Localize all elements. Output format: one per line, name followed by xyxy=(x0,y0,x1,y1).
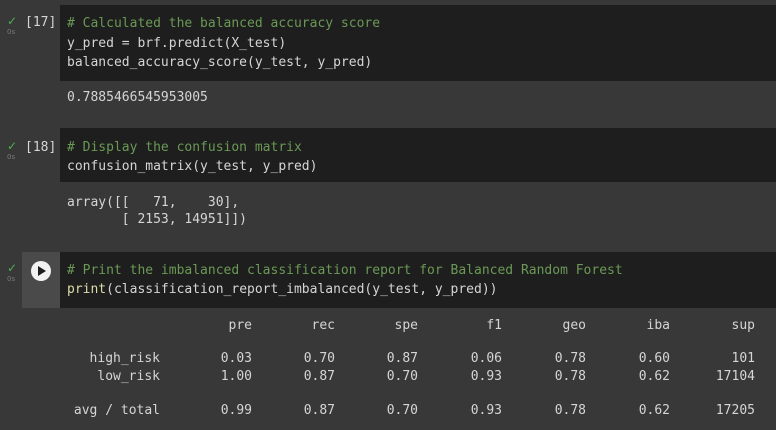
report-header: f1 xyxy=(486,318,502,333)
report-value: 0.60 xyxy=(638,351,670,366)
cell-duration: 0s xyxy=(7,275,16,283)
report-header: iba xyxy=(646,318,670,333)
report-output: pre rec spe f1 geo iba sup high_risk 0.0… xyxy=(22,308,776,430)
report-value: 0.70 xyxy=(386,369,418,384)
report-value: 0.06 xyxy=(470,351,502,366)
checkmark-icon: ✓ xyxy=(7,139,18,153)
play-icon[interactable] xyxy=(31,261,51,281)
code-editor[interactable]: # Display the confusion matrix confusion… xyxy=(60,128,776,182)
cell-output: 0.7885466545953005 xyxy=(67,90,208,105)
execution-count: [17] xyxy=(25,15,57,30)
execution-count: [18] xyxy=(25,140,57,155)
report-row-label: high_risk xyxy=(89,351,160,366)
cell-duration: 0s xyxy=(7,153,16,161)
report-value: 0.87 xyxy=(386,351,418,366)
cell-output-line: [ 2153, 14951]]) xyxy=(67,212,248,227)
code-comment: # Calculated the balanced accuracy score xyxy=(67,16,381,31)
report-total-value: 0.93 xyxy=(470,403,502,418)
report-value: 0.03 xyxy=(220,351,252,366)
report-value: 0.78 xyxy=(554,351,586,366)
report-value: 0.93 xyxy=(470,369,502,384)
checkmark-icon: ✓ xyxy=(7,261,18,275)
code-line: print(classification_report_imbalanced(y… xyxy=(67,280,497,299)
report-value: 0.87 xyxy=(303,369,335,384)
report-total-value: 17205 xyxy=(715,403,755,418)
report-header: rec xyxy=(311,318,335,333)
code-line: y_pred = brf.predict(X_test) xyxy=(67,36,287,51)
report-value: 101 xyxy=(731,351,755,366)
report-total-value: 0.99 xyxy=(220,403,252,418)
report-value: 0.62 xyxy=(638,369,670,384)
report-header: geo xyxy=(562,318,586,333)
code-function: print xyxy=(67,282,107,297)
code-args: (classification_report_imbalanced(y_test… xyxy=(106,282,498,297)
report-total-label: avg / total xyxy=(73,403,160,418)
checkmark-icon: ✓ xyxy=(7,14,18,28)
report-row-label: low_risk xyxy=(97,369,160,384)
code-editor[interactable]: # Print the imbalanced classification re… xyxy=(60,252,776,308)
report-header: pre xyxy=(228,318,252,333)
code-line: balanced_accuracy_score(y_test, y_pred) xyxy=(67,55,373,70)
report-header: spe xyxy=(394,318,418,333)
code-comment: # Display the confusion matrix xyxy=(67,140,302,155)
code-line: confusion_matrix(y_test, y_pred) xyxy=(67,159,318,174)
code-comment: # Print the imbalanced classification re… xyxy=(67,263,623,278)
report-value: 17104 xyxy=(715,369,755,384)
report-value: 0.78 xyxy=(554,369,586,384)
report-value: 1.00 xyxy=(220,369,252,384)
code-editor[interactable]: # Calculated the balanced accuracy score… xyxy=(60,5,776,81)
cell-duration: 0s xyxy=(7,28,16,36)
report-total-value: 0.78 xyxy=(554,403,586,418)
report-total-value: 0.70 xyxy=(386,403,418,418)
report-total-value: 0.62 xyxy=(638,403,670,418)
report-value: 0.70 xyxy=(303,351,335,366)
report-total-value: 0.87 xyxy=(303,403,335,418)
report-header: sup xyxy=(731,318,755,333)
